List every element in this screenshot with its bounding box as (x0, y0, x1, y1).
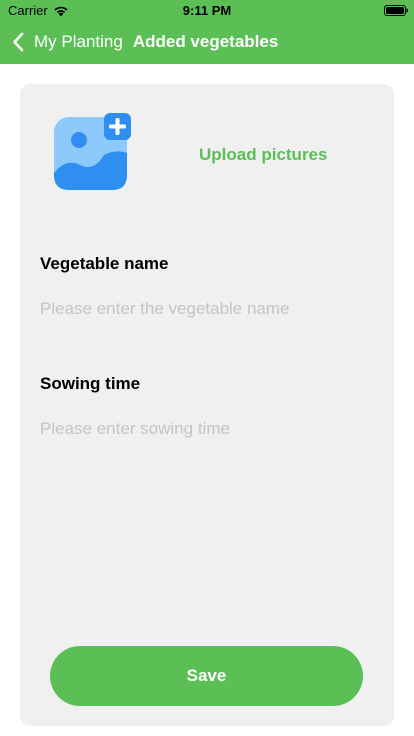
save-button[interactable]: Save (50, 646, 363, 706)
header: Carrier 9:11 PM My Planting Added vegeta… (0, 0, 414, 64)
image-add-icon (54, 113, 131, 190)
battery-icon (384, 5, 408, 16)
status-time: 9:11 PM (182, 3, 232, 18)
sowing-time-label: Sowing time (40, 374, 141, 393)
form-card: Upload pictures Vegetable name Sowing ti… (20, 84, 394, 726)
save-button-label: Save (186, 666, 227, 685)
screen: Carrier 9:11 PM My Planting Added vegeta… (0, 0, 414, 736)
chevron-left-icon (13, 32, 24, 52)
vegetable-name-label: Vegetable name (40, 254, 169, 273)
upload-picture-button[interactable] (54, 113, 132, 193)
vegetable-name-input[interactable] (40, 297, 370, 321)
page-title: Added vegetables (132, 32, 279, 51)
status-bar: Carrier 9:11 PM (0, 0, 414, 20)
navigation-bar: My Planting Added vegetables (0, 20, 414, 64)
back-button-label: My Planting (34, 32, 123, 51)
sowing-time-input[interactable] (40, 417, 370, 441)
back-button[interactable]: My Planting (12, 32, 123, 52)
upload-pictures-label[interactable]: Upload pictures (199, 145, 327, 165)
